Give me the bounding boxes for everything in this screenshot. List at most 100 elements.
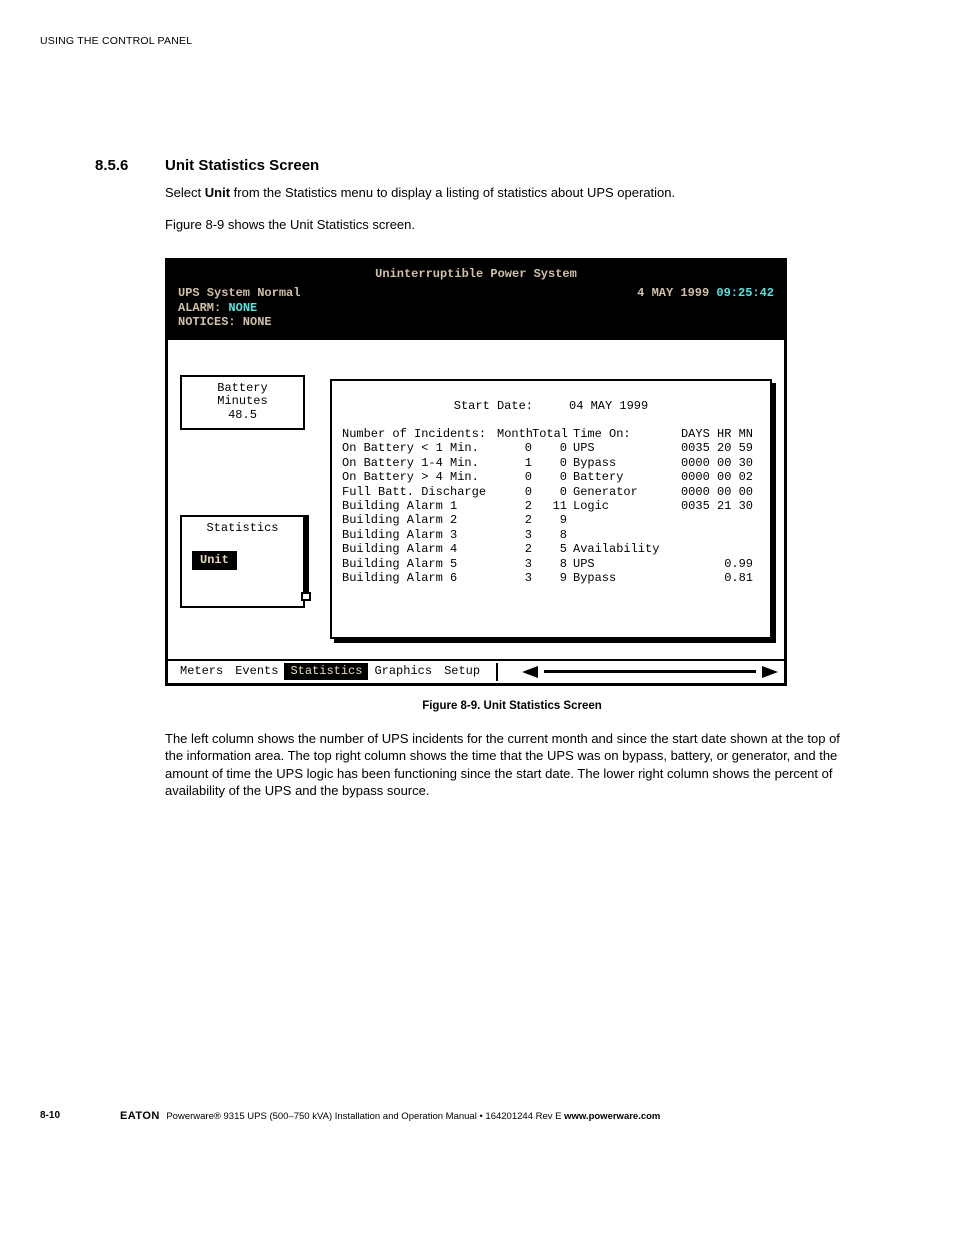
timeon-value: 0000 00 02: [648, 470, 753, 484]
incident-label: Building Alarm 3: [342, 528, 497, 542]
ups-status-right: 4 MAY 1999 09:25:42: [637, 286, 774, 329]
incident-month: 0: [497, 441, 532, 455]
data-row: Building Alarm 229: [342, 513, 760, 527]
battery-minutes-box: Battery Minutes 48.5: [180, 375, 305, 430]
timeon-value: 0000 00 30: [648, 456, 753, 470]
incident-label: Building Alarm 4: [342, 542, 497, 556]
page-footer: 8-10 EATON Powerware® 9315 UPS (500–750 …: [40, 1110, 859, 1122]
incident-month: 0: [497, 485, 532, 499]
start-date-value: 04 MAY 1999: [569, 399, 648, 413]
footer-brand: EATON: [120, 1110, 160, 1122]
data-row: Building Alarm 425Availability: [342, 542, 760, 556]
incident-total: 9: [532, 571, 567, 585]
ups-header: Uninterruptible Power System UPS System …: [168, 261, 784, 340]
incident-total: 11: [532, 499, 567, 513]
data-row: On Battery 1-4 Min.10Bypass0000 00 30: [342, 456, 760, 470]
notices: NOTICES: NONE: [178, 315, 300, 329]
data-panel: Start Date: 04 MAY 1999 Number of Incide…: [330, 379, 772, 639]
menu-meters[interactable]: Meters: [174, 663, 229, 679]
section-title: Unit Statistics Screen: [165, 157, 319, 174]
arrow-left-icon[interactable]: [522, 666, 538, 678]
incident-month: 2: [497, 513, 532, 527]
menu-setup[interactable]: Setup: [438, 663, 486, 679]
incident-total: 0: [532, 470, 567, 484]
timeon-label: UPS: [567, 441, 648, 455]
incident-month: 0: [497, 470, 532, 484]
incident-month: 2: [497, 542, 532, 556]
section-number: 8.5.6: [95, 157, 165, 174]
ups-title: Uninterruptible Power System: [178, 267, 774, 281]
bm-l1: Battery: [186, 382, 299, 396]
menu-statistics[interactable]: Statistics: [284, 663, 368, 679]
timeon-label: Logic: [567, 499, 648, 513]
incident-total: 9: [532, 513, 567, 527]
timeon-label: Battery: [567, 470, 648, 484]
timeon-value: [648, 513, 753, 527]
figure-caption: Figure 8-9. Unit Statistics Screen: [165, 700, 859, 712]
statistics-menu-box: Statistics Unit: [180, 515, 305, 608]
menu-graphics[interactable]: Graphics: [368, 663, 438, 679]
footer-mid: Powerware® 9315 UPS (500–750 kVA) Instal…: [164, 1111, 564, 1122]
data-row: Building Alarm 639Bypass0.81: [342, 571, 760, 585]
statistics-label: Statistics: [186, 521, 299, 535]
incident-total: 0: [532, 485, 567, 499]
data-row: Building Alarm 1211Logic0035 21 30: [342, 499, 760, 513]
timeon-value: 0.81: [648, 571, 753, 585]
running-header: USING THE CONTROL PANEL: [40, 35, 859, 47]
data-row: Building Alarm 538UPS0.99: [342, 557, 760, 571]
hdr-timeon: Time On:: [567, 427, 648, 441]
menu-separator: [496, 663, 498, 681]
hdr-incidents: Number of Incidents:: [342, 427, 497, 441]
menu-events[interactable]: Events: [229, 663, 284, 679]
hdr-month: Month: [497, 427, 532, 441]
figure-reference: Figure 8-9 shows the Unit Statistics scr…: [165, 216, 859, 234]
footer-url: www.powerware.com: [564, 1111, 660, 1122]
incident-total: 8: [532, 528, 567, 542]
ups-menubar: Meters Events Statistics Graphics Setup: [168, 659, 784, 683]
timeon-value: 0035 21 30: [648, 499, 753, 513]
ups-status-left: UPS System Normal ALARM: NONE NOTICES: N…: [178, 286, 300, 329]
scrollbar-thumb[interactable]: [303, 515, 309, 592]
incident-label: On Battery < 1 Min.: [342, 441, 497, 455]
ups-time: 09:25:42: [716, 286, 774, 300]
intro-pre: Select: [165, 185, 205, 200]
ups-screen: Uninterruptible Power System UPS System …: [165, 258, 787, 686]
timeon-value: 0035 20 59: [648, 441, 753, 455]
incident-label: Building Alarm 6: [342, 571, 497, 585]
ups-system-status: UPS System Normal: [178, 286, 300, 300]
intro-post: from the Statistics menu to display a li…: [230, 185, 675, 200]
incident-total: 0: [532, 441, 567, 455]
incident-label: Building Alarm 5: [342, 557, 497, 571]
incident-total: 8: [532, 557, 567, 571]
incident-month: 2: [497, 499, 532, 513]
timeon-value: [648, 542, 753, 556]
start-date-label: Start Date:: [454, 399, 533, 413]
timeon-value: 0.99: [648, 557, 753, 571]
page-number: 8-10: [40, 1110, 60, 1121]
unit-menu-item[interactable]: Unit: [192, 551, 237, 569]
after-paragraph: The left column shows the number of UPS …: [165, 730, 859, 800]
data-row: On Battery > 4 Min.00Battery0000 00 02: [342, 470, 760, 484]
intro-bold: Unit: [205, 185, 230, 200]
timeon-label: [567, 528, 648, 542]
incident-label: Building Alarm 2: [342, 513, 497, 527]
intro-paragraph: Select Unit from the Statistics menu to …: [165, 184, 859, 202]
incident-month: 3: [497, 528, 532, 542]
arrow-right-icon[interactable]: [762, 666, 778, 678]
data-row: On Battery < 1 Min.00UPS0035 20 59: [342, 441, 760, 455]
data-row: Full Batt. Discharge00Generator0000 00 0…: [342, 485, 760, 499]
incident-label: On Battery 1-4 Min.: [342, 456, 497, 470]
incident-label: Full Batt. Discharge: [342, 485, 497, 499]
hdr-dhm: DAYS HR MN: [648, 427, 753, 441]
bm-l2: Minutes: [186, 395, 299, 409]
incident-label: Building Alarm 1: [342, 499, 497, 513]
alarm-label: ALARM:: [178, 301, 221, 315]
incident-month: 3: [497, 557, 532, 571]
timeon-label: [567, 513, 648, 527]
timeon-label: Availability: [567, 542, 648, 556]
incident-month: 1: [497, 456, 532, 470]
timeon-label: Generator: [567, 485, 648, 499]
menu-arrow-bar: [522, 666, 778, 678]
incident-total: 5: [532, 542, 567, 556]
incident-label: On Battery > 4 Min.: [342, 470, 497, 484]
